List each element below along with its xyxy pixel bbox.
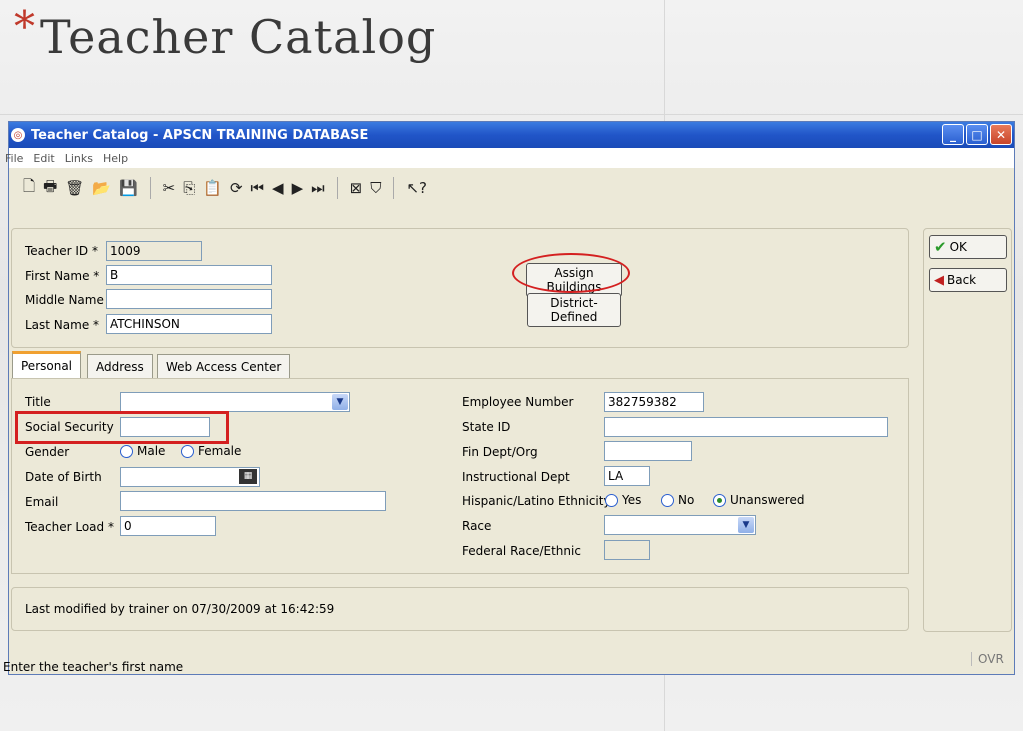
dob-label: Date of Birth bbox=[25, 470, 102, 484]
checkmark-icon: ✔ bbox=[934, 238, 947, 256]
menu-bar: File Edit Links Help bbox=[5, 148, 1014, 168]
chevron-down-icon[interactable]: ▼ bbox=[738, 517, 754, 533]
radio-selected-icon bbox=[713, 494, 726, 507]
hispanic-no-label: No bbox=[678, 493, 695, 507]
help-icon[interactable]: ↖? bbox=[406, 179, 427, 197]
prev-record-icon[interactable]: ◀ bbox=[272, 179, 284, 197]
report-icon[interactable]: ⊠ bbox=[350, 179, 363, 197]
back-arrow-icon: ◀ bbox=[934, 272, 944, 288]
maximize-button[interactable]: □ bbox=[966, 124, 988, 145]
minimize-button[interactable]: _ bbox=[942, 124, 964, 145]
teacher-load-field[interactable]: 0 bbox=[120, 516, 216, 536]
toolbar-separator bbox=[393, 177, 395, 199]
slide-title: *Teacher Catalog bbox=[14, 2, 437, 64]
district-defined-button[interactable]: District-Defined bbox=[527, 293, 621, 327]
teacher-load-label: Teacher Load * bbox=[25, 520, 114, 534]
chevron-down-icon[interactable]: ▼ bbox=[332, 394, 348, 410]
last-record-icon[interactable]: ⏭ bbox=[311, 179, 325, 197]
gender-female-label: Female bbox=[198, 444, 242, 458]
window-titlebar[interactable]: ◎ Teacher Catalog - APSCN TRAINING DATAB… bbox=[9, 122, 1014, 148]
menu-help[interactable]: Help bbox=[103, 152, 128, 165]
federal-race-label: Federal Race/Ethnic bbox=[462, 544, 581, 558]
tab-personal[interactable]: Personal bbox=[12, 351, 82, 378]
open-icon[interactable]: 📂 bbox=[92, 179, 111, 197]
ok-button[interactable]: ✔ OK bbox=[929, 235, 1007, 259]
menu-file[interactable]: File bbox=[5, 152, 23, 165]
app-window: ◎ Teacher Catalog - APSCN TRAINING DATAB… bbox=[3, 121, 1016, 675]
toolbar-separator bbox=[336, 177, 338, 199]
hispanic-unanswered-radio[interactable]: Unanswered bbox=[713, 493, 804, 507]
new-icon[interactable]: 🗋 bbox=[23, 176, 35, 201]
middle-name-label: Middle Name bbox=[25, 293, 104, 307]
radio-icon bbox=[181, 445, 194, 458]
radio-icon bbox=[120, 445, 133, 458]
middle-name-field[interactable] bbox=[106, 289, 272, 309]
copy-icon[interactable]: ⎘ bbox=[183, 179, 195, 197]
radio-icon bbox=[605, 494, 618, 507]
next-record-icon[interactable]: ▶ bbox=[292, 179, 304, 197]
highlight-box bbox=[15, 411, 229, 444]
highlight-oval bbox=[512, 253, 630, 293]
instructional-dept-field[interactable]: LA bbox=[604, 466, 650, 486]
employee-number-field[interactable]: 382759382 bbox=[604, 392, 704, 412]
fin-dept-field[interactable] bbox=[604, 441, 692, 461]
status-mode: OVR bbox=[971, 652, 1004, 666]
title-bullet: * bbox=[14, 2, 36, 51]
hispanic-unanswered-label: Unanswered bbox=[730, 493, 805, 507]
dob-field[interactable]: ▦ bbox=[120, 467, 260, 487]
hispanic-label: Hispanic/Latino Ethnicity bbox=[462, 494, 611, 508]
filter-icon[interactable]: ⛉ bbox=[370, 179, 381, 197]
back-label: Back bbox=[947, 273, 977, 287]
instructional-dept-label: Instructional Dept bbox=[462, 470, 570, 484]
paste-icon[interactable]: 📋 bbox=[203, 179, 222, 197]
close-button[interactable]: ✕ bbox=[990, 124, 1012, 145]
window-title: Teacher Catalog - APSCN TRAINING DATABAS… bbox=[31, 127, 369, 143]
last-modified-text: Last modified by trainer on 07/30/2009 a… bbox=[25, 602, 335, 616]
federal-race-field bbox=[604, 540, 650, 560]
hispanic-yes-label: Yes bbox=[622, 493, 642, 507]
gender-label: Gender bbox=[25, 445, 70, 459]
employee-number-label: Employee Number bbox=[462, 395, 574, 409]
fin-dept-label: Fin Dept/Org bbox=[462, 445, 538, 459]
first-record-icon[interactable]: ⏮ bbox=[251, 179, 265, 197]
calendar-icon[interactable]: ▦ bbox=[239, 469, 257, 484]
race-select[interactable]: ▼ bbox=[604, 515, 756, 535]
save-icon[interactable]: 💾 bbox=[119, 179, 138, 197]
toolbar-separator bbox=[149, 177, 151, 199]
gender-male-radio[interactable]: Male bbox=[120, 444, 165, 458]
radio-icon bbox=[661, 494, 674, 507]
tab-web-access-center[interactable]: Web Access Center bbox=[157, 354, 291, 379]
back-button[interactable]: ◀ Back bbox=[929, 268, 1007, 292]
email-label: Email bbox=[25, 495, 59, 509]
print-icon[interactable]: 🖶 bbox=[43, 176, 57, 201]
first-name-field[interactable]: B bbox=[106, 265, 272, 285]
tab-address[interactable]: Address bbox=[87, 354, 153, 379]
race-label: Race bbox=[462, 519, 492, 533]
cut-icon[interactable]: ✂ bbox=[163, 179, 176, 197]
state-id-field[interactable] bbox=[604, 417, 888, 437]
ok-label: OK bbox=[949, 240, 967, 254]
state-id-label: State ID bbox=[462, 420, 511, 434]
teacher-id-label: Teacher ID * bbox=[25, 244, 98, 258]
email-field[interactable] bbox=[120, 491, 386, 511]
title-label: Title bbox=[25, 395, 51, 409]
teacher-id-field: 1009 bbox=[106, 241, 202, 261]
first-name-label: First Name * bbox=[25, 269, 100, 283]
hispanic-no-radio[interactable]: No bbox=[661, 493, 694, 507]
toolbar: 🗋 🖶 🗑 📂 💾 ✂ ⎘ 📋 ⟳ ⏮ ◀ ▶ ⏭ ⊠ ⛉ ↖? bbox=[9, 168, 1014, 208]
status-bar: Enter the teacher's first name OVR bbox=[3, 646, 1016, 674]
last-name-label: Last Name * bbox=[25, 318, 100, 332]
gender-female-radio[interactable]: Female bbox=[181, 444, 241, 458]
slide-title-text: Teacher Catalog bbox=[40, 10, 437, 64]
app-icon: ◎ bbox=[11, 128, 25, 142]
title-select[interactable]: ▼ bbox=[120, 392, 350, 412]
last-name-field[interactable]: ATCHINSON bbox=[106, 314, 272, 334]
status-message: Enter the teacher's first name bbox=[3, 660, 184, 674]
delete-icon[interactable]: 🗑 bbox=[65, 179, 84, 197]
gender-male-label: Male bbox=[137, 444, 166, 458]
menu-links[interactable]: Links bbox=[65, 152, 93, 165]
refresh-icon[interactable]: ⟳ bbox=[230, 179, 243, 197]
menu-edit[interactable]: Edit bbox=[33, 152, 54, 165]
hispanic-yes-radio[interactable]: Yes bbox=[605, 493, 641, 507]
